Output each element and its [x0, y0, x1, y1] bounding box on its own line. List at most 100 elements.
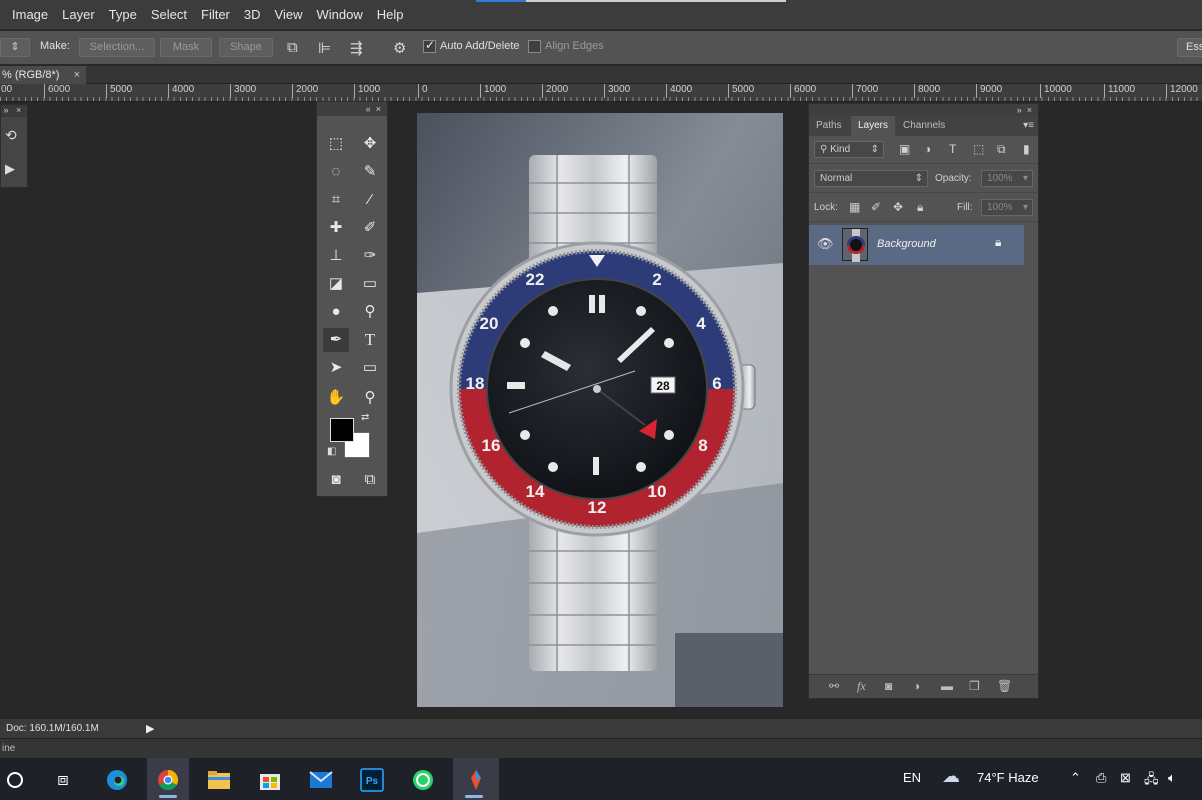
menu-view[interactable]: View [268, 0, 310, 30]
make-selection-button[interactable]: Selection... [79, 38, 155, 57]
make-mask-button[interactable]: Mask [160, 38, 212, 57]
lock-transparent-icon[interactable]: ▦ [849, 200, 860, 214]
marquee-tool-icon[interactable]: ⬚ [323, 132, 349, 156]
filter-toggle-icon[interactable]: ▮ [1023, 142, 1030, 156]
volume-icon[interactable]: 🔈︎ [1168, 770, 1176, 786]
language-indicator[interactable]: EN [903, 770, 921, 785]
history-brush-tool-icon[interactable]: ✑ [357, 244, 383, 268]
blend-mode-dropdown[interactable]: Normal ⇕ [814, 170, 928, 187]
zoom-tool-icon[interactable]: ⚲ [357, 386, 383, 410]
clone-stamp-tool-icon[interactable]: ⊥ [323, 244, 349, 268]
task-view-icon[interactable]: ⧈ [42, 758, 84, 800]
add-mask-icon[interactable]: ◙ [885, 679, 892, 693]
file-explorer-icon[interactable] [198, 758, 240, 800]
rectangle-tool-icon[interactable]: ▭ [357, 356, 383, 380]
panel-menu-icon[interactable]: ▾≡ [1023, 120, 1034, 131]
lock-image-icon[interactable]: ✐ [871, 200, 881, 214]
path-alignment-icon[interactable]: ⊫ [318, 39, 331, 57]
menu-3d[interactable]: 3D [237, 0, 268, 30]
lock-position-icon[interactable]: ✥ [893, 200, 903, 214]
chevron-up-icon[interactable]: ⌃ [1070, 770, 1081, 786]
crop-tool-icon[interactable]: ⌗ [323, 188, 349, 212]
screen-mode-icon[interactable]: ⧉ [357, 468, 383, 492]
adjustment-layer-icon[interactable]: ◑ [913, 679, 920, 693]
link-layers-icon[interactable]: ⚯ [829, 679, 839, 693]
blur-tool-icon[interactable]: ● [323, 300, 349, 324]
weather-haze-icon[interactable]: ☁ [942, 766, 960, 787]
align-edges-checkbox[interactable] [528, 40, 541, 53]
quick-mask-icon[interactable]: ◙ [323, 468, 349, 492]
dodge-tool-icon[interactable]: ⚲ [357, 300, 383, 324]
whatsapp-icon[interactable] [402, 758, 444, 800]
eyedropper-tool-icon[interactable]: ⁄ [357, 188, 383, 212]
edge-icon[interactable] [96, 758, 138, 800]
network-icon[interactable]: 🖧︎ [1144, 770, 1159, 792]
new-group-icon[interactable]: ▬ [941, 679, 953, 693]
status-menu-arrow-icon[interactable]: ▶ [146, 722, 154, 735]
pinned-app-icon[interactable] [453, 758, 499, 800]
photoshop-icon[interactable]: Ps [351, 758, 393, 800]
pixel-filter-icon[interactable]: ▣ [899, 142, 910, 156]
smart-object-filter-icon[interactable]: ⧉ [997, 142, 1006, 157]
make-shape-button[interactable]: Shape [219, 38, 273, 57]
document-tab[interactable]: % (RGB/8*) × [0, 66, 86, 84]
search-circle-icon[interactable] [0, 758, 36, 800]
adjustment-filter-icon[interactable]: ◑ [924, 142, 931, 156]
tab-channels[interactable]: Channels [896, 116, 952, 136]
fill-input[interactable]: 100% ▾ [981, 199, 1033, 216]
menu-image[interactable]: Image [0, 0, 55, 30]
eye-visibility-icon[interactable]: 👁︎ [817, 236, 834, 252]
quick-selection-tool-icon[interactable]: ✎ [357, 160, 383, 184]
menu-select[interactable]: Select [144, 0, 194, 30]
horizontal-ruler: 00 6000 5000 4000 3000 2000 1000 0 1000 … [0, 84, 1202, 102]
foreground-color-swatch[interactable] [330, 418, 354, 442]
lock-all-icon[interactable]: 🔒︎ [917, 200, 923, 215]
brush-tool-icon[interactable]: ✐ [357, 216, 383, 240]
gradient-tool-icon[interactable]: ▭ [357, 272, 383, 296]
chrome-icon[interactable] [147, 758, 189, 800]
fx-icon[interactable]: fx [857, 679, 866, 694]
hand-tool-icon[interactable]: ✋ [323, 386, 349, 410]
meet-now-icon[interactable]: ⎙ [1096, 770, 1106, 786]
store-icon[interactable] [249, 758, 291, 800]
path-operations-icon[interactable]: ⧉ [287, 39, 298, 56]
opacity-input[interactable]: 100% ▾ [981, 170, 1033, 187]
lasso-tool-icon[interactable]: ◌ [323, 160, 349, 184]
menu-help[interactable]: Help [370, 0, 411, 30]
tool-preset-dropdown[interactable]: ⇕ [0, 38, 30, 57]
path-arrangement-icon[interactable]: ⇶ [350, 39, 363, 57]
play-icon[interactable]: ▶ [5, 161, 15, 177]
gear-icon[interactable]: ⚙ [393, 39, 406, 57]
history-icon[interactable]: ⟲ [5, 127, 17, 144]
layer-row-background[interactable]: 👁︎ Background 🔒︎ [809, 225, 1024, 265]
eraser-tool-icon[interactable]: ◪ [323, 272, 349, 296]
shape-filter-icon[interactable]: ⬚ [973, 142, 984, 156]
document-canvas[interactable]: 28 22 2 4 6 8 10 12 14 16 18 20 [417, 113, 783, 707]
notification-alert-icon[interactable]: ⊠ [1120, 770, 1131, 786]
type-filter-icon[interactable]: T [949, 142, 956, 156]
menu-layer[interactable]: Layer [55, 0, 102, 30]
weather-text[interactable]: 74°F Haze [977, 770, 1039, 785]
tab-layers[interactable]: Layers [851, 116, 896, 136]
mail-icon[interactable] [300, 758, 342, 800]
pen-tool-icon[interactable]: ✒ [323, 328, 349, 352]
layers-panel-footer: ⚯ fx ◙ ◑ ▬ ❐ 🗑︎ [809, 674, 1038, 698]
title-highlight [476, 0, 526, 2]
menu-type[interactable]: Type [102, 0, 144, 30]
swap-colors-icon[interactable]: ⇄ [361, 412, 369, 423]
new-layer-icon[interactable]: ❐ [969, 679, 980, 693]
menu-filter[interactable]: Filter [194, 0, 237, 30]
close-icon[interactable]: × [74, 66, 80, 84]
workspace-button[interactable]: Ess [1177, 38, 1202, 57]
trash-icon[interactable]: 🗑︎ [997, 679, 1012, 693]
auto-add-delete-checkbox[interactable] [423, 38, 436, 53]
path-selection-tool-icon[interactable]: ➤ [323, 356, 349, 380]
history-mini-panel: » × ⟲ ▶ [0, 104, 28, 188]
healing-brush-tool-icon[interactable]: ✚ [323, 216, 349, 240]
menu-window[interactable]: Window [309, 0, 369, 30]
move-tool-icon[interactable]: ✥ [357, 132, 383, 156]
tab-paths[interactable]: Paths [809, 116, 849, 136]
default-colors-icon[interactable]: ◧ [327, 446, 336, 457]
type-tool-icon[interactable]: T [357, 328, 383, 352]
kind-filter-dropdown[interactable]: ⚲ Kind ⇕ [814, 141, 884, 158]
